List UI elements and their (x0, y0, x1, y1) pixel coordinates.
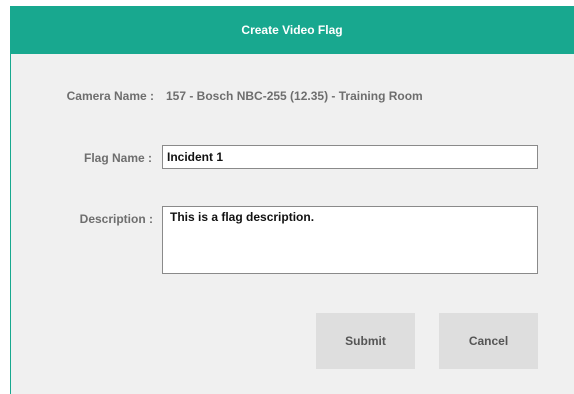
description-label: Description : (79, 212, 153, 226)
description-textarea[interactable]: This is a flag description. (162, 206, 538, 274)
dialog-title-bar: Create Video Flag (10, 6, 574, 54)
camera-name-label: Camera Name : (66, 89, 154, 103)
camera-name-value: 157 - Bosch NBC-255 (12.35) - Training R… (166, 89, 423, 103)
dialog-title: Create Video Flag (241, 23, 343, 37)
flag-name-input[interactable] (162, 145, 538, 169)
cancel-button[interactable]: Cancel (439, 313, 538, 369)
submit-button[interactable]: Submit (316, 313, 415, 369)
flag-name-label: Flag Name : (83, 151, 152, 165)
create-video-flag-dialog: Create Video Flag Camera Name : 157 - Bo… (0, 0, 574, 394)
